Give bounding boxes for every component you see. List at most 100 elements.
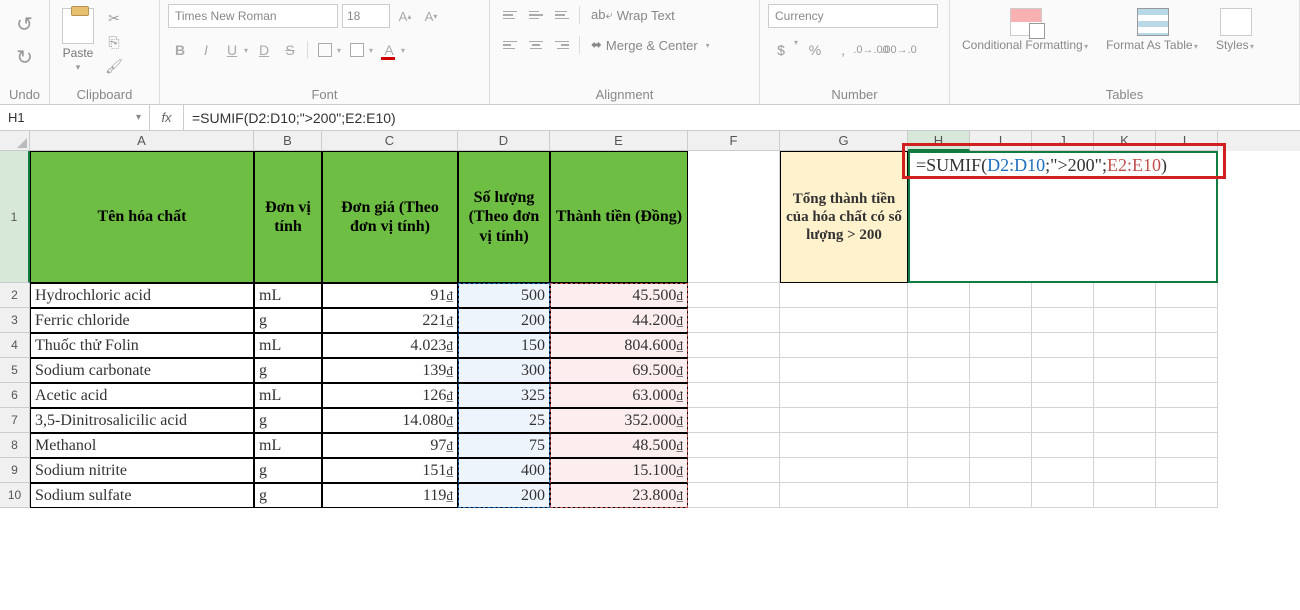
row-header[interactable]: 1 <box>0 151 30 283</box>
cell[interactable]: mL <box>254 283 322 308</box>
cell[interactable] <box>1156 383 1218 408</box>
cell[interactable]: 325 <box>458 383 550 408</box>
cell[interactable]: 23.800 <box>550 483 688 508</box>
col-header[interactable]: A <box>30 131 254 151</box>
cell[interactable]: Ferric chloride <box>30 308 254 333</box>
paste-button[interactable]: Paste ▾ <box>58 4 98 77</box>
cell[interactable] <box>908 433 970 458</box>
cell[interactable] <box>1094 433 1156 458</box>
col-header[interactable]: E <box>550 131 688 151</box>
cell[interactable] <box>1156 458 1218 483</box>
cell[interactable] <box>970 483 1032 508</box>
currency-button[interactable]: $ <box>768 38 794 62</box>
cell[interactable] <box>970 283 1032 308</box>
decrease-decimal-button[interactable]: .00→.0 <box>886 38 912 62</box>
font-color-button[interactable]: A <box>377 38 401 62</box>
cell[interactable] <box>908 458 970 483</box>
cell[interactable] <box>688 333 780 358</box>
cell[interactable] <box>1156 358 1218 383</box>
cell[interactable] <box>970 458 1032 483</box>
cell[interactable] <box>1032 383 1094 408</box>
col-header[interactable]: L <box>1156 131 1218 151</box>
cell[interactable] <box>970 308 1032 333</box>
table-header[interactable]: Thành tiền (Đồng) <box>550 151 688 283</box>
cell[interactable]: mL <box>254 333 322 358</box>
col-header[interactable]: G <box>780 131 908 151</box>
increase-decimal-button[interactable]: .0→.00 <box>858 38 884 62</box>
cell[interactable] <box>908 333 970 358</box>
cell[interactable]: Sodium carbonate <box>30 358 254 383</box>
cell[interactable] <box>1156 283 1218 308</box>
cell[interactable]: 14.080 <box>322 408 458 433</box>
cell[interactable]: 221 <box>322 308 458 333</box>
cell[interactable]: 63.000 <box>550 383 688 408</box>
cell[interactable]: 150 <box>458 333 550 358</box>
cell[interactable] <box>908 358 970 383</box>
cell[interactable]: 75 <box>458 433 550 458</box>
cell[interactable] <box>908 408 970 433</box>
decrease-font-button[interactable]: A▾ <box>420 5 442 27</box>
cell[interactable]: Sodium nitrite <box>30 458 254 483</box>
format-as-table-button[interactable]: Format As Table ▾ <box>1102 4 1204 56</box>
cell[interactable]: g <box>254 458 322 483</box>
cell[interactable] <box>908 308 970 333</box>
cell[interactable] <box>970 433 1032 458</box>
cell[interactable] <box>688 458 780 483</box>
cell[interactable] <box>1094 358 1156 383</box>
cell[interactable]: 804.600 <box>550 333 688 358</box>
cell[interactable] <box>780 383 908 408</box>
strikethrough-button[interactable]: S <box>278 38 302 62</box>
wrap-text-button[interactable]: ab⤶Wrap Text <box>585 5 681 25</box>
cell[interactable] <box>1032 433 1094 458</box>
cell[interactable] <box>1094 458 1156 483</box>
cell[interactable] <box>688 433 780 458</box>
cell[interactable]: 3,5-Dinitrosalicilic acid <box>30 408 254 433</box>
double-underline-button[interactable]: D <box>252 38 276 62</box>
cell[interactable] <box>780 458 908 483</box>
styles-button[interactable]: Styles ▾ <box>1212 4 1260 56</box>
border-button[interactable] <box>313 38 337 62</box>
table-header[interactable]: Tên hóa chất <box>30 151 254 283</box>
cell[interactable] <box>688 383 780 408</box>
cell[interactable] <box>688 283 780 308</box>
fx-button[interactable]: fx <box>150 105 184 130</box>
align-center-button[interactable] <box>524 34 548 56</box>
note-cell[interactable]: Tổng thành tiền của hóa chất có số lượng… <box>780 151 908 283</box>
cell[interactable]: 48.500 <box>550 433 688 458</box>
row-header[interactable]: 5 <box>0 358 30 383</box>
cell[interactable] <box>688 408 780 433</box>
row-header[interactable]: 2 <box>0 283 30 308</box>
col-header[interactable]: B <box>254 131 322 151</box>
row-header[interactable]: 3 <box>0 308 30 333</box>
cell[interactable] <box>780 333 908 358</box>
cell[interactable] <box>780 358 908 383</box>
col-header[interactable]: H <box>908 131 970 151</box>
percent-button[interactable]: % <box>802 38 828 62</box>
cell[interactable]: g <box>254 308 322 333</box>
cell[interactable] <box>780 483 908 508</box>
cell[interactable] <box>908 383 970 408</box>
cell[interactable] <box>908 483 970 508</box>
undo-button[interactable]: ↺ <box>16 12 33 37</box>
cell[interactable]: 4.023 <box>322 333 458 358</box>
cell[interactable]: 300 <box>458 358 550 383</box>
cell[interactable]: 151 <box>322 458 458 483</box>
cell[interactable] <box>1032 483 1094 508</box>
row-header[interactable]: 10 <box>0 483 30 508</box>
cell[interactable]: g <box>254 483 322 508</box>
increase-font-button[interactable]: A▴ <box>394 5 416 27</box>
bold-button[interactable]: B <box>168 38 192 62</box>
merge-center-button[interactable]: ⬌Merge & Center▾ <box>585 35 718 55</box>
cell[interactable]: mL <box>254 433 322 458</box>
cell[interactable] <box>780 433 908 458</box>
cell[interactable] <box>780 283 908 308</box>
italic-button[interactable]: I <box>194 38 218 62</box>
row-header[interactable]: 4 <box>0 333 30 358</box>
row-header[interactable]: 9 <box>0 458 30 483</box>
cell[interactable] <box>780 408 908 433</box>
cell[interactable]: Sodium sulfate <box>30 483 254 508</box>
cell[interactable]: 200 <box>458 483 550 508</box>
comma-button[interactable]: , <box>830 38 856 62</box>
cell[interactable]: Acetic acid <box>30 383 254 408</box>
cell[interactable] <box>1032 358 1094 383</box>
